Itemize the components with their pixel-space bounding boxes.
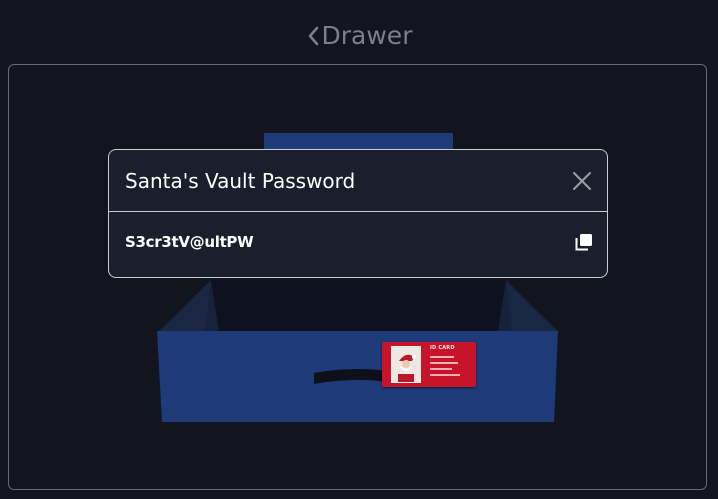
id-card[interactable]: ID CARD [382, 342, 476, 387]
close-icon[interactable] [571, 170, 593, 192]
card-title: ID CARD [430, 345, 455, 351]
card-line [430, 362, 458, 364]
chevron-left-icon [308, 26, 318, 46]
password-value: S3cr3tV@ultPW [125, 233, 254, 251]
page-title: Drawer [321, 21, 413, 50]
page-header: Drawer [0, 16, 718, 56]
back-button[interactable]: Drawer [306, 21, 413, 51]
santa-photo [391, 346, 421, 383]
page: Drawer ID CARD Santa's Vault Password S3… [0, 0, 718, 499]
password-modal: Santa's Vault Password S3cr3tV@ultPW [108, 149, 608, 278]
modal-body: S3cr3tV@ultPW [109, 212, 607, 277]
copy-icon[interactable] [575, 233, 593, 251]
card-line [430, 374, 460, 376]
modal-header: Santa's Vault Password [109, 150, 607, 212]
card-line [430, 368, 452, 370]
modal-title: Santa's Vault Password [125, 169, 356, 193]
card-line [430, 356, 454, 358]
